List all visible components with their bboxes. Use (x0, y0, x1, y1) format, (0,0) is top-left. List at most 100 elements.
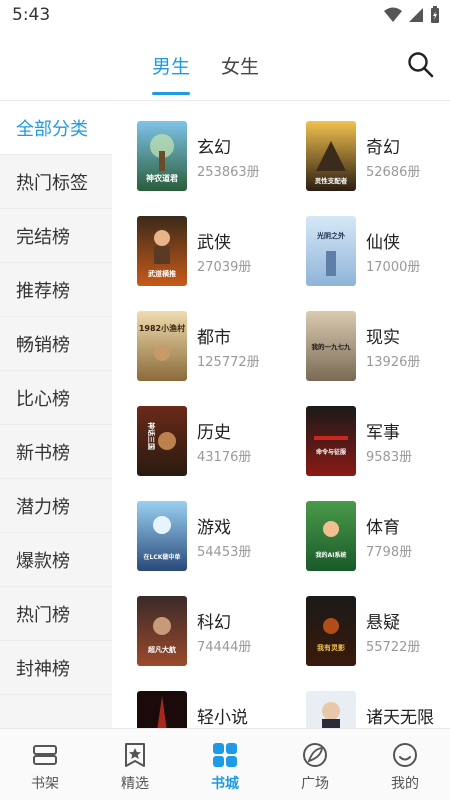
cover-title: 我的AI系统 (316, 551, 347, 559)
sidebar-item-potential[interactable]: 潜力榜 (0, 479, 112, 533)
cover-title: 我的一九七九 (312, 342, 352, 351)
category-count: 74444册 (197, 640, 252, 655)
sidebar-item-heart[interactable]: 比心榜 (0, 371, 112, 425)
category-item[interactable]: 诸天无限 (306, 691, 450, 728)
category-name: 都市 (197, 328, 231, 348)
sidebar-item-recommended[interactable]: 推荐榜 (0, 263, 112, 317)
category-item[interactable]: 武道横推 武侠 27039册 (137, 216, 287, 288)
cover-title: 在LCK做中单 (144, 553, 181, 561)
sidebar: 全部分类 热门标签 完结榜 推荐榜 畅销榜 比心榜 新书榜 潜力榜 爆款榜 热门… (0, 101, 112, 728)
sidebar-item-hot-tags[interactable]: 热门标签 (0, 155, 112, 209)
nav-label: 精选 (121, 776, 149, 792)
cover-title: 神农道君 (146, 173, 178, 183)
nav-me[interactable]: 我的 (360, 729, 450, 801)
category-name: 奇幻 (366, 138, 400, 158)
book-cover (306, 691, 356, 728)
nav-bookstore[interactable]: 书城 (180, 729, 270, 801)
category-count: 43176册 (197, 450, 252, 465)
category-count: 55722册 (366, 640, 421, 655)
category-count: 7798册 (366, 545, 413, 560)
category-item[interactable]: 神农道君 玄幻 253863册 (137, 121, 287, 193)
tab-male[interactable]: 男生 (152, 52, 190, 79)
bottom-nav: 书架 精选 书城 广场 我的 (0, 728, 450, 800)
cover-title: 1982小渔村 (139, 323, 185, 333)
sidebar-item-popular[interactable]: 热门榜 (0, 587, 112, 641)
status-bar: 5:43 (0, 0, 450, 32)
status-icons (384, 6, 440, 24)
book-cover: 1982小渔村 (137, 311, 187, 381)
signal-icon (409, 8, 423, 22)
cover-title: 灵性支配者 (315, 176, 348, 185)
book-cover: 武道横推 (137, 216, 187, 286)
category-name: 现实 (366, 328, 400, 348)
category-item[interactable]: 命令与征服 军事 9583册 (306, 406, 450, 478)
header: 男生 女生 (0, 32, 450, 100)
sidebar-item-all-categories[interactable]: 全部分类 (0, 101, 112, 155)
category-count: 17000册 (366, 260, 421, 275)
category-item[interactable]: 灵性支配者 奇幻 52686册 (306, 121, 450, 193)
star-badge-icon (125, 743, 145, 767)
book-cover: 超凡大航 (137, 596, 187, 666)
smile-icon (393, 743, 417, 767)
book-cover: 光阴之外 (306, 216, 356, 286)
sidebar-item-completed[interactable]: 完结榜 (0, 209, 112, 263)
cover-title: 命令与征服 (315, 448, 347, 456)
cover-title: 光阴之外 (316, 231, 345, 240)
category-name: 轻小说 (197, 708, 248, 728)
sidebar-item-bestseller[interactable]: 畅销榜 (0, 317, 112, 371)
nav-featured[interactable]: 精选 (90, 729, 180, 801)
category-item[interactable]: 光阴之外 仙侠 17000册 (306, 216, 450, 288)
sidebar-item-legend[interactable]: 封神榜 (0, 641, 112, 695)
search-icon[interactable] (406, 50, 434, 78)
bookshelf-icon (33, 745, 57, 765)
category-count: 253863册 (197, 165, 260, 180)
category-item[interactable]: 1982小渔村 都市 125772册 (137, 311, 287, 383)
category-item[interactable]: 我的AI系统 体育 7798册 (306, 501, 450, 573)
category-name: 军事 (366, 423, 400, 443)
nav-square[interactable]: 广场 (270, 729, 360, 801)
wifi-icon (384, 7, 402, 22)
category-name: 仙侠 (366, 233, 400, 253)
category-name: 玄幻 (197, 138, 231, 158)
nav-bookshelf[interactable]: 书架 (0, 729, 90, 801)
status-time: 5:43 (12, 5, 51, 25)
leaf-icon (303, 743, 327, 767)
category-count: 9583册 (366, 450, 413, 465)
tab-female[interactable]: 女生 (221, 52, 259, 79)
cover-title: 超凡大航 (148, 645, 176, 654)
category-name: 诸天无限 (366, 708, 434, 728)
category-item[interactable]: 超凡大航 科幻 74444册 (137, 596, 287, 668)
nav-label: 书架 (31, 776, 59, 792)
tab-indicator (152, 92, 190, 95)
sidebar-item-new[interactable]: 新书榜 (0, 425, 112, 479)
sidebar-item-viral[interactable]: 爆款榜 (0, 533, 112, 587)
category-name: 体育 (366, 518, 400, 538)
grid-icon (213, 743, 237, 767)
category-name: 悬疑 (366, 613, 400, 633)
nav-label: 广场 (301, 776, 329, 792)
category-count: 52686册 (366, 165, 421, 180)
category-name: 武侠 (197, 233, 231, 253)
category-item[interactable]: 我的一九七九 现实 13926册 (306, 311, 450, 383)
category-item[interactable]: 在LCK做中单 游戏 54453册 (137, 501, 287, 573)
category-item[interactable]: 神话三国 历史 43176册 (137, 406, 287, 478)
category-name: 科幻 (197, 613, 231, 633)
book-cover: 我的一九七九 (306, 311, 356, 381)
category-count: 54453册 (197, 545, 252, 560)
book-cover: 在LCK做中单 (137, 501, 187, 571)
category-name: 游戏 (197, 518, 231, 538)
category-count: 13926册 (366, 355, 421, 370)
book-cover: 神农道君 (137, 121, 187, 191)
nav-label: 书城 (211, 776, 239, 792)
book-cover: 命令与征服 (306, 406, 356, 476)
category-item[interactable]: 轻小说 (137, 691, 287, 728)
book-cover: 我的AI系统 (306, 501, 356, 571)
battery-icon (431, 6, 439, 23)
book-cover: 神话三国 (137, 406, 187, 476)
cover-title: 我有灵影 (317, 643, 345, 652)
book-cover: 我有灵影 (306, 596, 356, 666)
category-count: 125772册 (197, 355, 260, 370)
category-item[interactable]: 我有灵影 悬疑 55722册 (306, 596, 450, 668)
cover-title: 武道横推 (148, 269, 176, 278)
book-cover (137, 691, 187, 728)
